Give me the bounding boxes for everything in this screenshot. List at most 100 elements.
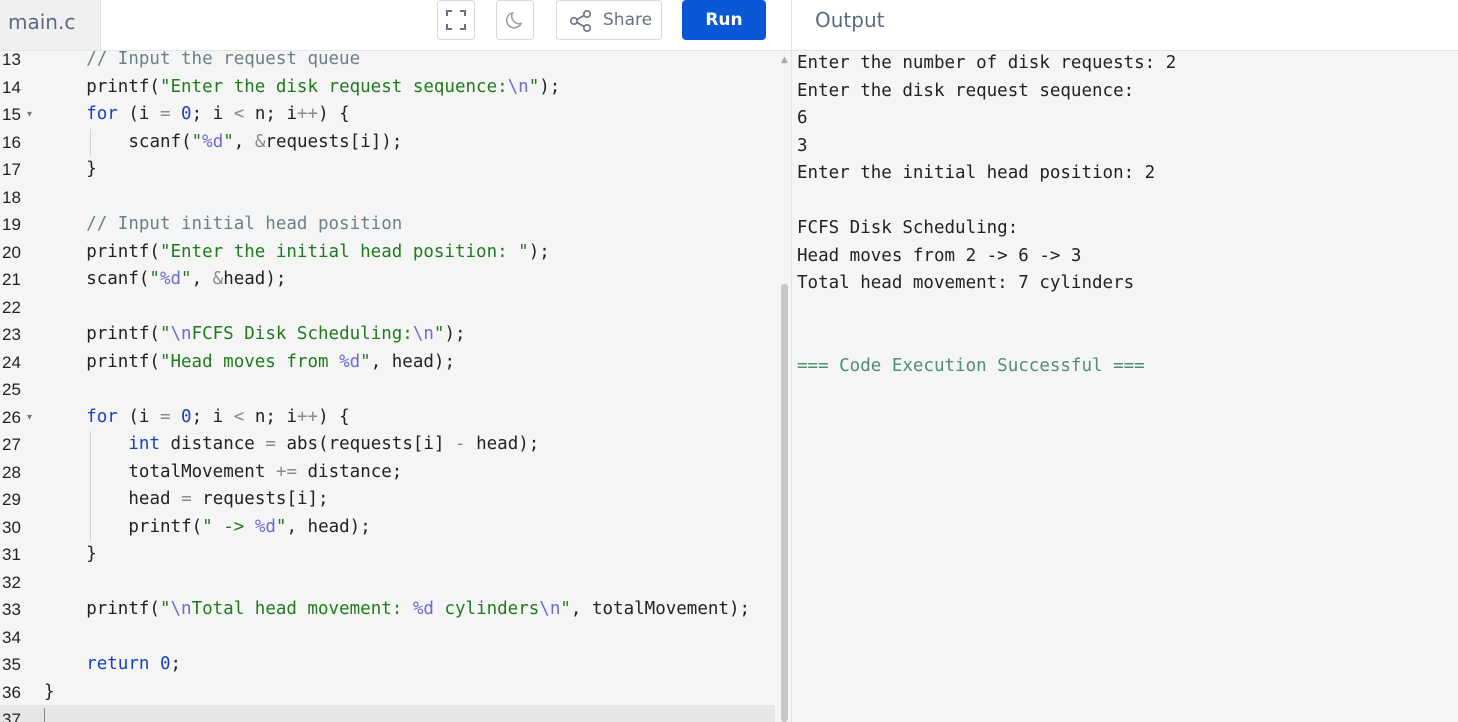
code-line[interactable]: 21 scanf("%d", &head); [0, 266, 775, 294]
code-line[interactable]: 29 head = requests[i]; [0, 486, 775, 514]
dark-mode-icon [505, 11, 523, 29]
code-line[interactable]: 14 printf("Enter the disk request sequenc… [0, 74, 775, 102]
code-token-plain: head); [223, 269, 287, 289]
code-token-plain: printf( [86, 351, 160, 372]
share-button[interactable]: Share [556, 0, 662, 40]
code-text: for (i = 0; i < n; i++) { [86, 101, 349, 129]
output-line: FCFS Disk Scheduling: [797, 218, 1019, 238]
code-line[interactable]: 19 // Input initial head position [0, 211, 775, 239]
code-text: printf("\nTotal head movement: %d cylind… [86, 596, 750, 624]
scroll-up-arrow-icon[interactable]: ▲ [781, 55, 788, 65]
code-line[interactable]: 30 printf(" -> %d", head); [0, 513, 775, 541]
code-token-str: " [159, 324, 171, 344]
line-number: 36 [2, 682, 21, 702]
code-token-plain: distance; [296, 461, 403, 482]
code-line[interactable]: 33 printf("\nTotal head movement: %d cyli… [0, 596, 775, 624]
output-line: Enter the number of disk requests: 2 [797, 53, 1177, 73]
fold-arrow-icon[interactable]: ▾ [27, 101, 32, 129]
code-line[interactable]: 34 [0, 624, 775, 652]
line-number: 24 [2, 352, 21, 372]
indent-guide [90, 458, 92, 486]
code-text: for (i = 0; i < n; i++) { [86, 404, 349, 432]
editor-scrollbar-thumb[interactable] [781, 284, 788, 722]
code-token-plain: head); [465, 434, 540, 454]
code-line[interactable]: 17} [0, 156, 775, 184]
code-token-plain: printf( [128, 516, 203, 537]
code-text: head = requests[i]; [128, 486, 328, 514]
code-line[interactable]: 25 [0, 376, 775, 404]
line-number: 23 [2, 325, 21, 344]
code-line[interactable]: 18 [0, 184, 775, 212]
code-token-str: FCFS Disk Scheduling: [191, 324, 413, 344]
output-line: Enter the disk request sequence: [797, 80, 1135, 101]
code-token-kw: return [86, 654, 150, 674]
code-line[interactable]: 23 printf("\nFCFS Disk Scheduling:\n"); [0, 321, 775, 349]
code-token-str: " [149, 269, 160, 289]
indent-guide [90, 486, 92, 514]
output-line: Enter the initial head position: 2 [797, 163, 1156, 183]
code-token-plain: } [86, 544, 97, 564]
line-number: 19 [2, 215, 21, 234]
code-token-op: < [233, 406, 245, 427]
output-title: Output [815, 8, 885, 32]
code-line[interactable]: 35 return 0; [0, 651, 775, 679]
code-line[interactable]: 26 ▾ for (i = 0; i < n; i++) { [0, 404, 775, 432]
run-button[interactable]: Run [682, 0, 766, 40]
code-line[interactable]: 31} [0, 541, 775, 569]
code-line[interactable]: 32 [0, 569, 775, 597]
code-token-str: Total head movement: [191, 599, 413, 619]
file-tab-main-c[interactable]: main.c [0, 0, 101, 51]
code-token-fmt: %d [202, 131, 224, 152]
code-line[interactable]: 22 [0, 294, 775, 322]
code-line[interactable]: 27 int distance = abs(requests[i] - head)… [0, 431, 775, 459]
output-panel: Enter the number of disk requests: 2 Ente… [792, 51, 1458, 722]
code-editor[interactable]: 13// Input the request queue 14 printf("En… [0, 51, 791, 722]
dark-mode-button[interactable] [496, 0, 534, 40]
code-line[interactable]: 20 printf("Enter the initial head positio… [0, 239, 775, 267]
code-token-plain: } [44, 681, 55, 702]
code-line[interactable]: 13 // Input the request queue [0, 51, 775, 74]
output-line: 6 [797, 108, 808, 128]
code-token-plain: n; i [244, 406, 297, 427]
line-number: 14 [2, 77, 21, 97]
code-token-plain: printf( [86, 241, 160, 262]
code-text: printf("\nFCFS Disk Scheduling:\n"); [86, 321, 465, 349]
code-line[interactable]: 37 [0, 706, 775, 722]
code-token-plain: ; i [191, 104, 234, 124]
code-token-str: " [191, 131, 203, 152]
code-token-plain: , totalMovement); [570, 599, 751, 619]
code-token-op: ++ [296, 104, 319, 124]
line-number: 27 [2, 435, 21, 454]
code-line[interactable]: 16 scanf("%d", &requests[i]); [0, 128, 775, 156]
code-line[interactable]: 24 printf("Head moves from %d", head); [0, 349, 775, 377]
code-token-op: = [265, 434, 276, 454]
line-number: 16 [2, 132, 21, 152]
code-token-fmt: %d [254, 516, 276, 537]
code-token-kw: for [86, 104, 118, 124]
file-tab-label: main.c [8, 10, 76, 34]
fold-arrow-icon[interactable]: ▾ [27, 404, 32, 432]
code-line[interactable]: 15 ▾ for (i = 0; i < n; i++) { [0, 101, 775, 129]
code-line[interactable]: 36} [0, 679, 775, 707]
code-token-plain: abs(requests[i] [275, 434, 456, 454]
line-number: 25 [2, 380, 21, 399]
code-line[interactable]: 28 totalMovement += distance; [0, 458, 775, 486]
code-token-fmt: \n [170, 599, 192, 619]
code-token-kw: int [128, 434, 160, 454]
fullscreen-button[interactable] [437, 0, 475, 40]
code-token-str: " [181, 269, 192, 289]
code-token-plain: } [86, 159, 97, 179]
code-token-plain: ; [170, 654, 182, 674]
line-number: 22 [2, 297, 21, 317]
code-text: printf("Enter the disk request sequence:… [86, 74, 560, 102]
code-token-plain: ); [528, 241, 550, 262]
code-token-cmt: // Input the request queue [86, 51, 361, 69]
code-token-plain: scanf( [128, 131, 192, 152]
code-token-op: ++ [296, 406, 319, 427]
line-number: 34 [2, 627, 21, 647]
output-line: Total head movement: 7 cylinders [797, 273, 1135, 293]
code-token-plain: requests[i]; [191, 489, 329, 509]
share-label: Share [603, 10, 653, 30]
code-text: int distance = abs(requests[i] - head); [128, 431, 539, 459]
line-number: 32 [2, 572, 21, 592]
